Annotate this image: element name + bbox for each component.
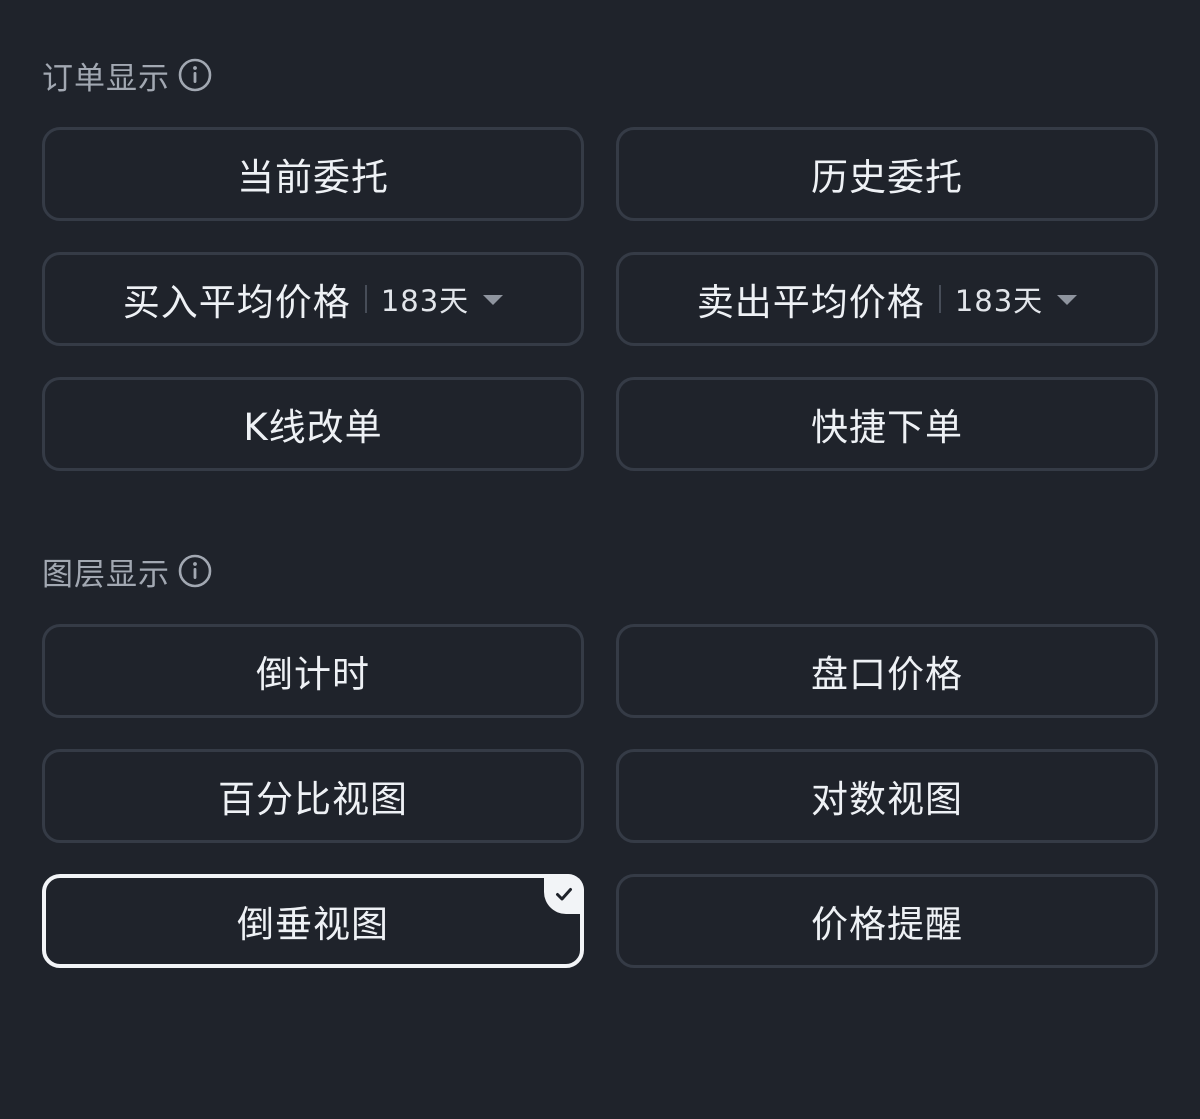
- section-title-orders: 订单显示: [42, 55, 212, 97]
- option-percentage-view[interactable]: 百分比视图: [42, 749, 584, 843]
- period-dropdown[interactable]: 183天: [380, 278, 504, 320]
- option-label: K线改单: [243, 406, 383, 449]
- option-order-history[interactable]: 历史委托: [616, 127, 1158, 221]
- section-title-layers: 图层显示: [42, 551, 212, 593]
- option-orderbook-price[interactable]: 盘口价格: [616, 624, 1158, 718]
- section-title-layers-label: 图层显示: [42, 556, 170, 593]
- settings-panel: 订单显示 当前委托 历史委托 买入平均价格 183天 卖出平均价格 183天 K…: [0, 0, 1200, 1119]
- option-quick-order[interactable]: 快捷下单: [616, 377, 1158, 471]
- info-icon[interactable]: [178, 554, 212, 588]
- info-icon[interactable]: [178, 58, 212, 92]
- option-label: 倒垂视图: [237, 903, 389, 946]
- option-label: 卖出平均价格: [696, 281, 925, 324]
- option-label: 价格提醒: [811, 903, 963, 946]
- order-display-options: 当前委托 历史委托 买入平均价格 183天 卖出平均价格 183天 K线改单 快…: [42, 127, 1158, 471]
- option-log-view[interactable]: 对数视图: [616, 749, 1158, 843]
- option-price-alert[interactable]: 价格提醒: [616, 874, 1158, 968]
- option-label: 买入平均价格: [122, 281, 351, 324]
- option-countdown[interactable]: 倒计时: [42, 624, 584, 718]
- period-value: 183天: [380, 284, 470, 318]
- caret-down-icon: [1057, 295, 1078, 305]
- period-value: 183天: [954, 284, 1044, 318]
- option-label: 历史委托: [811, 156, 963, 199]
- option-kline-modify-order[interactable]: K线改单: [42, 377, 584, 471]
- option-current-orders[interactable]: 当前委托: [42, 127, 584, 221]
- option-avg-sell-price[interactable]: 卖出平均价格 183天: [616, 252, 1158, 346]
- option-label: 倒计时: [256, 653, 370, 696]
- divider: [364, 285, 367, 313]
- option-label: 盘口价格: [811, 653, 963, 696]
- option-label: 快捷下单: [811, 406, 963, 449]
- section-title-orders-label: 订单显示: [42, 60, 170, 97]
- period-dropdown[interactable]: 183天: [954, 278, 1078, 320]
- option-avg-buy-price[interactable]: 买入平均价格 183天: [42, 252, 584, 346]
- check-icon: [544, 874, 584, 914]
- divider: [938, 285, 941, 313]
- caret-down-icon: [483, 295, 504, 305]
- option-label: 对数视图: [811, 778, 963, 821]
- option-inverted-view[interactable]: 倒垂视图: [42, 874, 584, 968]
- option-label: 百分比视图: [218, 778, 408, 821]
- layer-display-options: 倒计时 盘口价格 百分比视图 对数视图 倒垂视图 价格提醒: [42, 624, 1158, 968]
- option-label: 当前委托: [237, 156, 389, 199]
